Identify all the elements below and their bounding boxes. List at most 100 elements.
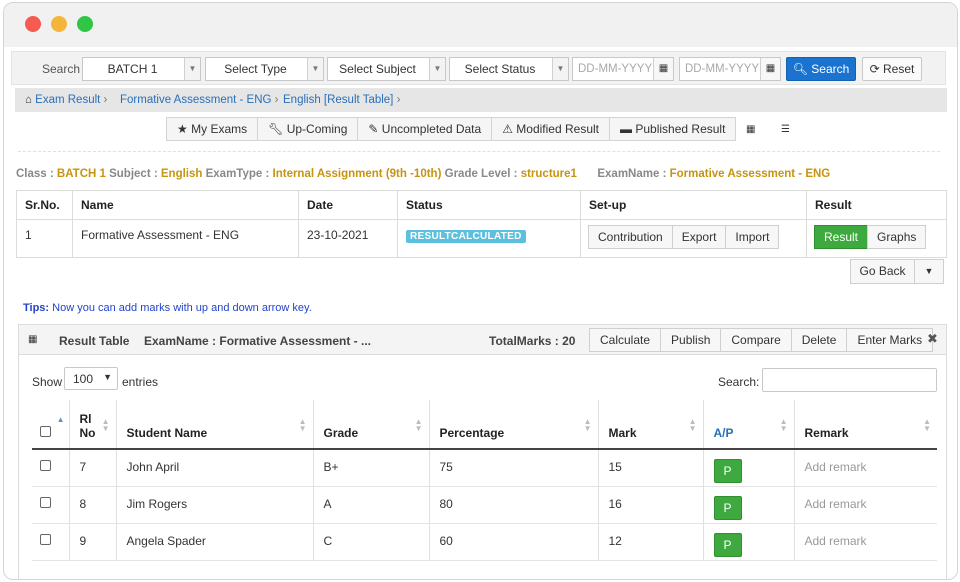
breadcrumb-separator: › bbox=[396, 94, 401, 106]
list-view-icon[interactable]: ☰ bbox=[781, 125, 791, 135]
examtype-label: ExamType : bbox=[205, 168, 270, 180]
remark-cell[interactable]: Add remark bbox=[793, 523, 937, 561]
date-from-field[interactable]: DD-MM-YYYY ▦ bbox=[572, 57, 674, 81]
date-to-field[interactable]: DD-MM-YYYY ▦ bbox=[679, 57, 781, 81]
add-remark-field[interactable]: Add remark bbox=[805, 460, 867, 474]
batch-select[interactable]: BATCH 1 ▼ bbox=[82, 57, 201, 81]
col-status: Status bbox=[397, 190, 581, 220]
tips-message: Now you can add marks with up and down a… bbox=[49, 302, 312, 314]
reset-button[interactable]: ⟳ Reset bbox=[862, 57, 922, 81]
col-setup: Set-up bbox=[580, 190, 807, 220]
srno-cell: 1 bbox=[16, 219, 73, 258]
col-grade[interactable]: ▲ ▼ Grade bbox=[312, 400, 429, 450]
exam-tabs: ★ My Exams 🔧︎ Up-Coming ✎ Uncompleted Da… bbox=[166, 117, 737, 141]
tab-up-coming[interactable]: 🔧︎ Up-Coming bbox=[257, 117, 359, 141]
mark-cell: 12 bbox=[597, 523, 703, 561]
col-rl-no[interactable]: ▲ ▼ Rl No bbox=[68, 400, 116, 450]
calendar-icon[interactable]: ▦ bbox=[760, 58, 780, 80]
subject-label: Subject : bbox=[109, 168, 158, 180]
contribution-button[interactable]: Contribution bbox=[588, 225, 673, 249]
grid-view-icon[interactable]: ▦ bbox=[746, 125, 756, 135]
col-percentage[interactable]: ▲ ▼ Percentage bbox=[428, 400, 598, 450]
grade-cell: A bbox=[312, 486, 429, 524]
breadcrumb-item-formative-assessment[interactable]: Formative Assessment - ENG › bbox=[120, 94, 279, 106]
col-student-name[interactable]: ▲ ▼ Student Name bbox=[115, 400, 313, 450]
subject-select[interactable]: Select Subject ▼ bbox=[327, 57, 446, 81]
sort-icon: ▲ ▼ bbox=[298, 417, 307, 433]
rl-no-cell: 8 bbox=[68, 486, 116, 524]
table-search-input[interactable] bbox=[762, 368, 937, 392]
col-result: Result bbox=[806, 190, 947, 220]
rl-no-cell: 9 bbox=[68, 523, 116, 561]
result-button[interactable]: Result bbox=[814, 225, 869, 249]
enter-marks-button[interactable]: Enter Marks bbox=[846, 328, 934, 352]
entries-length-select[interactable]: 100 ▼ bbox=[64, 367, 118, 390]
star-icon: ★ bbox=[177, 122, 188, 136]
publish-button[interactable]: Publish bbox=[660, 328, 722, 352]
sort-asc-icon[interactable]: ▲ bbox=[57, 416, 65, 424]
row-checkbox[interactable] bbox=[40, 533, 51, 545]
calendar-icon[interactable]: ▦ bbox=[653, 58, 673, 80]
compare-button[interactable]: Compare bbox=[720, 328, 792, 352]
show-label: Show bbox=[32, 375, 63, 389]
col-grade-label: Grade bbox=[323, 426, 359, 440]
grade-level-label: Grade Level : bbox=[444, 168, 518, 180]
chevron-down-icon: ▼ bbox=[184, 58, 200, 80]
calculate-button[interactable]: Calculate bbox=[589, 328, 662, 352]
tab-published-result[interactable]: ▬ Published Result bbox=[609, 117, 737, 141]
search-button[interactable]: 🔍︎ Search bbox=[786, 57, 856, 81]
chevron-down-icon: ▼ bbox=[307, 58, 323, 80]
page-content: Search BATCH 1 ▼ Select Type ▼ Select Su… bbox=[4, 47, 957, 579]
graphs-button[interactable]: Graphs bbox=[867, 225, 927, 249]
student-name-cell: John April bbox=[115, 449, 313, 487]
grid-icon: ▦ bbox=[28, 334, 38, 345]
result-panel-header: ▦ Result Table ExamName : Formative Asse… bbox=[19, 325, 946, 355]
breadcrumb-item-result-table[interactable]: English [Result Table] › bbox=[283, 94, 400, 106]
select-all-checkbox[interactable] bbox=[40, 426, 51, 437]
import-button[interactable]: Import bbox=[725, 225, 780, 249]
tab-modified-result[interactable]: ⚠ Modified Result bbox=[491, 117, 611, 141]
setup-button-group: Contribution Export Import bbox=[588, 225, 780, 249]
tab-label: My Exams bbox=[191, 122, 248, 136]
tab-my-exams[interactable]: ★ My Exams bbox=[166, 117, 259, 141]
maximize-window-button[interactable] bbox=[77, 16, 93, 32]
percentage-cell: 75 bbox=[428, 449, 598, 487]
entries-label: entries bbox=[122, 375, 159, 389]
row-checkbox[interactable] bbox=[40, 460, 51, 471]
status-select[interactable]: Select Status ▼ bbox=[449, 57, 569, 81]
col-remark[interactable]: ▲ ▼ Remark bbox=[793, 400, 937, 450]
export-button[interactable]: Export bbox=[671, 225, 727, 249]
entries-length-value: 100 bbox=[73, 372, 94, 386]
col-mark[interactable]: ▲ ▼ Mark bbox=[597, 400, 703, 450]
close-window-button[interactable] bbox=[25, 16, 41, 32]
add-remark-field[interactable]: Add remark bbox=[805, 534, 867, 548]
divider bbox=[18, 151, 940, 152]
col-ap[interactable]: ▲ ▼ A/P bbox=[702, 400, 794, 450]
row-checkbox[interactable] bbox=[40, 496, 51, 508]
tab-uncompleted-data[interactable]: ✎ Uncompleted Data bbox=[357, 117, 493, 141]
type-select[interactable]: Select Type ▼ bbox=[205, 57, 324, 81]
delete-button[interactable]: Delete bbox=[790, 328, 848, 352]
remark-cell[interactable]: Add remark bbox=[793, 486, 937, 524]
sort-icon: ▲ ▼ bbox=[101, 417, 110, 433]
remark-cell[interactable]: Add remark bbox=[793, 449, 937, 487]
status-select-value: Select Status bbox=[464, 62, 536, 76]
class-value: BATCH 1 bbox=[56, 168, 106, 180]
status-badge: RESULTCALCULATED bbox=[406, 230, 526, 243]
close-icon[interactable]: ✖ bbox=[927, 331, 938, 347]
present-button[interactable]: P bbox=[713, 495, 742, 520]
go-back-button[interactable]: Go Back bbox=[850, 259, 915, 284]
sort-icon: ▲ ▼ bbox=[414, 417, 423, 433]
student-name-cell: Jim Rogers bbox=[115, 486, 313, 524]
minimize-window-button[interactable] bbox=[51, 16, 67, 32]
present-button[interactable]: P bbox=[713, 532, 742, 557]
result-panel: ▦ Result Table ExamName : Formative Asse… bbox=[18, 324, 947, 579]
breadcrumb-item-exam-result[interactable]: ⌂ Exam Result › bbox=[25, 94, 107, 106]
result-table-title: Result Table bbox=[59, 334, 130, 348]
ap-cell: P bbox=[702, 486, 794, 524]
present-button[interactable]: P bbox=[713, 459, 742, 483]
add-remark-field[interactable]: Add remark bbox=[805, 497, 867, 511]
search-label: Search bbox=[42, 62, 81, 76]
chevron-down-icon[interactable]: ▼ bbox=[914, 259, 944, 284]
result-cell: Result Graphs bbox=[806, 219, 947, 258]
